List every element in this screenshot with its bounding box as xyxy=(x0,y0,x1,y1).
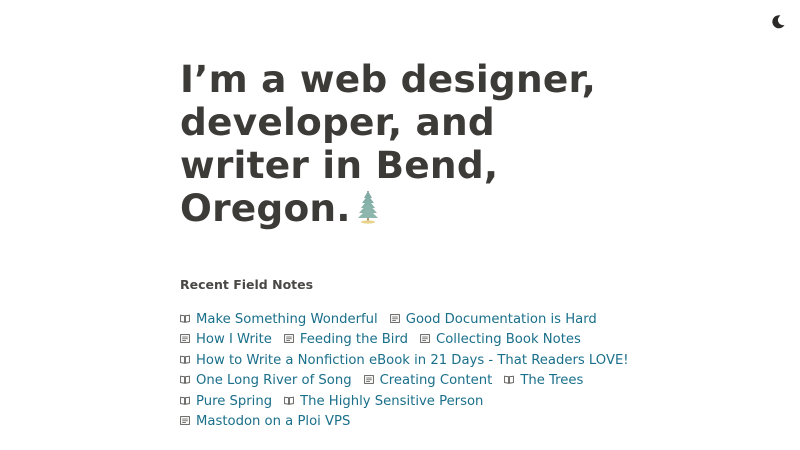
open-book-icon xyxy=(180,392,190,405)
main-content: I’m a web designer, developer, and write… xyxy=(180,58,629,432)
field-note-item: The Trees xyxy=(504,371,583,391)
open-book-icon xyxy=(180,371,190,384)
pine-tree-icon xyxy=(355,189,381,234)
field-note-item: Mastodon on a Ploi VPS xyxy=(180,412,350,432)
hero-headline-text: I’m a web designer, developer, and write… xyxy=(180,57,597,230)
field-note-link[interactable]: Good Documentation is Hard xyxy=(406,312,597,327)
field-note-link[interactable]: Make Something Wonderful xyxy=(196,312,378,327)
document-icon xyxy=(420,330,430,344)
field-note-link[interactable]: The Trees xyxy=(520,373,583,388)
open-book-icon xyxy=(180,351,190,364)
field-note-item: The Highly Sensitive Person xyxy=(284,392,483,412)
field-note-link[interactable]: How to Write a Nonfiction eBook in 21 Da… xyxy=(196,353,629,368)
field-note-link[interactable]: How I Write xyxy=(196,332,272,347)
open-book-icon xyxy=(504,371,515,384)
field-note-item: Make Something Wonderful xyxy=(180,310,378,330)
document-icon xyxy=(180,412,190,425)
field-notes-list: Make Something Wonderful Good Documentati… xyxy=(180,310,629,432)
field-note-item: Creating Content xyxy=(363,371,493,391)
field-note-item: Feeding the Bird xyxy=(284,330,408,350)
document-icon xyxy=(389,310,400,323)
document-icon xyxy=(284,330,294,344)
field-note-item: One Long River of Song xyxy=(180,371,352,391)
field-note-link[interactable]: Mastodon on a Ploi VPS xyxy=(196,414,350,429)
field-note-link[interactable]: Creating Content xyxy=(380,373,493,388)
field-note-link[interactable]: One Long River of Song xyxy=(196,373,352,388)
field-note-link[interactable]: The Highly Sensitive Person xyxy=(300,394,483,409)
field-note-item: How I Write xyxy=(180,330,272,350)
document-icon xyxy=(363,371,374,385)
field-note-link[interactable]: Collecting Book Notes xyxy=(436,332,581,347)
field-note-item: Good Documentation is Hard xyxy=(389,310,597,330)
field-note-item: Collecting Book Notes xyxy=(420,330,581,350)
theme-toggle-button[interactable] xyxy=(770,14,786,30)
open-book-icon xyxy=(284,392,294,405)
document-icon xyxy=(180,330,190,344)
field-note-link[interactable]: Feeding the Bird xyxy=(300,332,408,347)
field-note-item: Pure Spring xyxy=(180,392,272,412)
field-note-item: How to Write a Nonfiction eBook in 21 Da… xyxy=(180,351,629,371)
field-note-link[interactable]: Pure Spring xyxy=(196,394,272,409)
recent-field-notes-heading: Recent Field Notes xyxy=(180,277,314,292)
open-book-icon xyxy=(180,310,190,323)
page: I’m a web designer, developer, and write… xyxy=(0,0,800,450)
hero-headline: I’m a web designer, developer, and write… xyxy=(180,58,620,234)
moon-icon xyxy=(772,15,785,29)
